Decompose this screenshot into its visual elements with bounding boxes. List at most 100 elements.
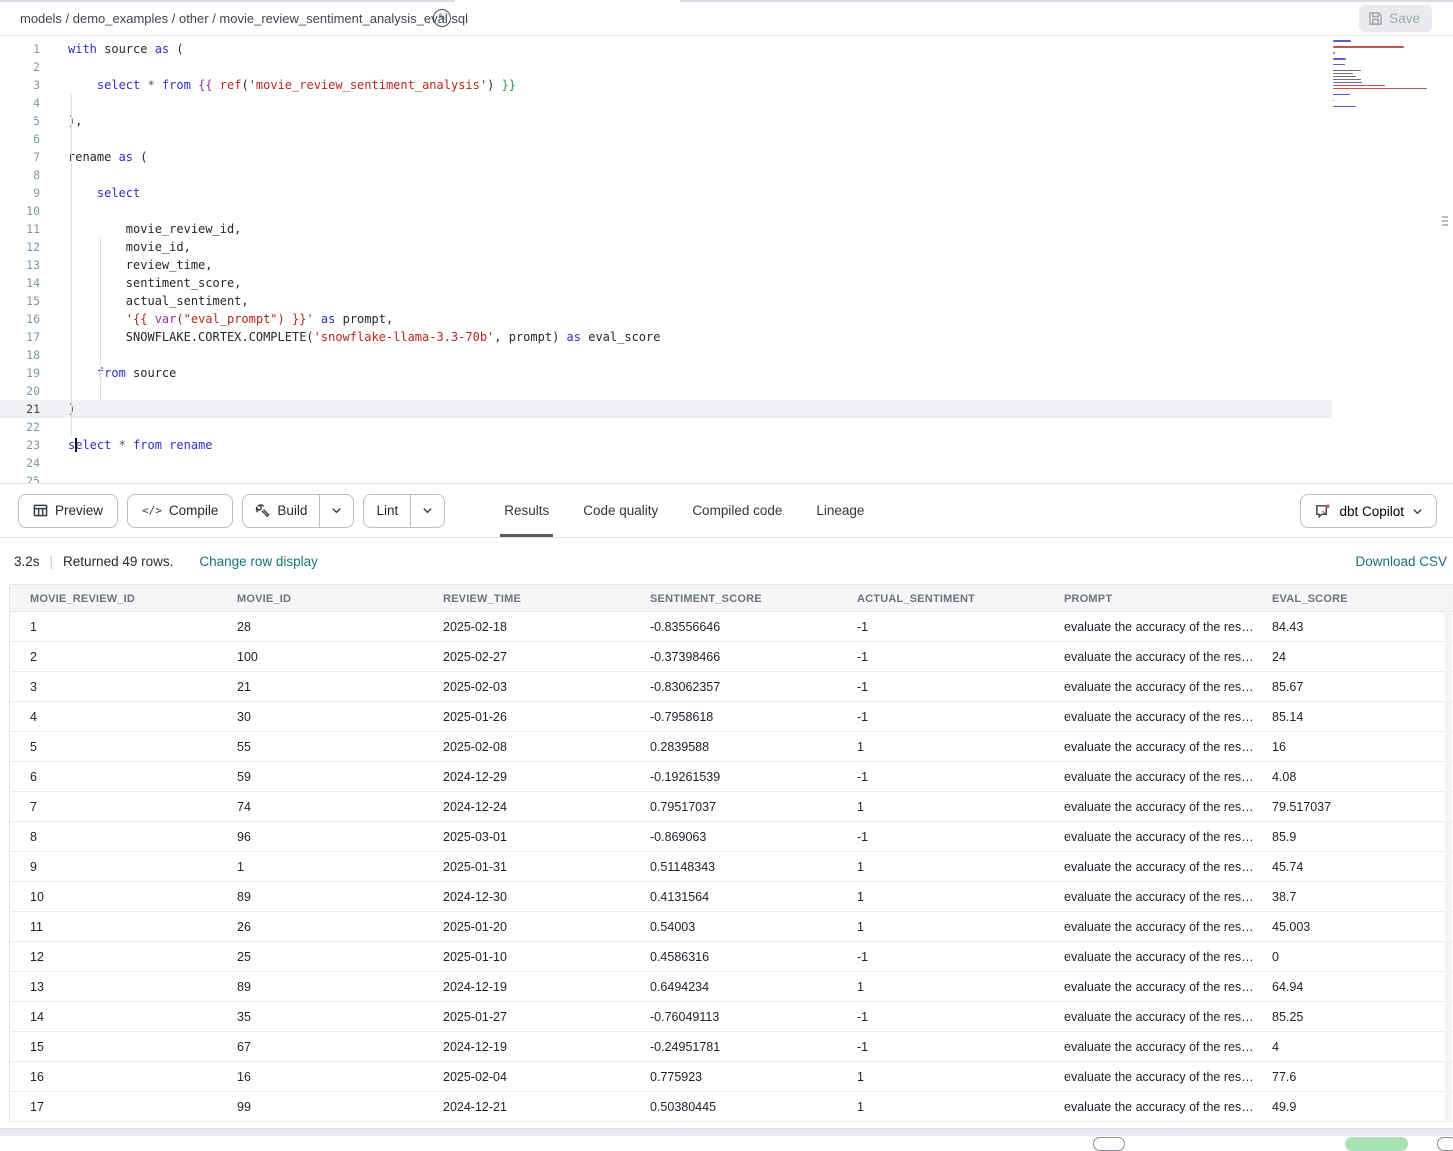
prompt-cell: evaluate the accuracy of the res… [1044,642,1252,671]
tab-results[interactable]: Results [504,484,549,537]
floppy-disk-icon [1368,11,1383,26]
line-number: 20 [0,382,40,400]
cell: 1 [837,1062,1044,1091]
cell: 28 [217,612,423,641]
code-line: 18 [0,346,1453,364]
prompt-preview-text: evaluate the accuracy of the res… [1064,1040,1252,1054]
cell: 2025-01-31 [423,852,630,881]
line-number: 10 [0,202,40,220]
cell: 35 [217,1002,423,1031]
table-row: 10892024-12-300.41315641evaluate the acc… [10,882,1453,912]
cell: 1 [837,972,1044,1001]
prompt-cell: evaluate the accuracy of the res… [1044,702,1252,731]
cell: 25 [217,942,423,971]
code-line: 13 review_time, [0,256,1453,274]
results-table: MOVIE_REVIEW_IDMOVIE_IDREVIEW_TIMESENTIM… [9,584,1453,1122]
cell: -1 [837,1032,1044,1061]
eval-score-cell: 79.517037 [1252,792,1453,821]
pencil-circle-icon[interactable]: ✎ [433,9,451,27]
cell: 1 [10,612,217,641]
prompt-preview-text: evaluate the accuracy of the res… [1064,800,1252,814]
line-number: 13 [0,256,40,274]
line-number: 6 [0,130,40,148]
lint-split-button: Lint [363,494,445,528]
build-button[interactable]: Build [243,495,319,527]
cell: 0.4131564 [630,882,837,911]
code-line: 12 movie_id, [0,238,1453,256]
cell: 1 [217,852,423,881]
table-row: 12252025-01-100.4586316-1evaluate the ac… [10,942,1453,972]
eval-score-cell: 85.25 [1252,1002,1453,1031]
code-line: 2 [0,58,1453,76]
eval-score-cell: 45.003 [1252,912,1453,941]
cell: 30 [217,702,423,731]
cell: 0.4586316 [630,942,837,971]
action-toolbar: Preview </> Compile Build Lint Results Co… [0,483,1453,538]
tab-compiled-code[interactable]: Compiled code [692,484,782,537]
prompt-preview-text: evaluate the accuracy of the res… [1064,620,1252,634]
lint-button[interactable]: Lint [364,495,410,527]
cell: 17 [10,1092,217,1121]
cell: 6 [10,762,217,791]
cell: 0.2839588 [630,732,837,761]
table-row: 13892024-12-190.64942341evaluate the acc… [10,972,1453,1002]
tab-strip-border-right [680,0,1453,2]
indent-guide-inner [100,238,101,400]
cell: 99 [217,1092,423,1121]
build-split-button: Build [242,494,354,528]
footer-green-button-partial[interactable] [1345,1137,1408,1151]
footer-strip [0,1136,1453,1145]
results-scrollbar[interactable] [1445,592,1452,1122]
eval-score-cell: 0 [1252,942,1453,971]
cell: 2024-12-19 [423,1032,630,1061]
line-number: 23 [0,436,40,454]
cell: -0.7958618 [630,702,837,731]
line-number: 16 [0,310,40,328]
eval-score-cell: 4 [1252,1032,1453,1061]
change-row-display-link[interactable]: Change row display [199,554,318,569]
footer-button-partial[interactable] [1093,1137,1125,1151]
cell: -0.83556646 [630,612,837,641]
editor-minimap[interactable] [1333,40,1433,115]
lint-dropdown-arrow[interactable] [410,495,444,527]
tab-code-quality[interactable]: Code quality [583,484,658,537]
code-lines: 1with source as (23 select * from {{ ref… [0,40,1453,483]
code-line: 4 [0,94,1453,112]
hammer-icon [255,503,270,518]
eval-score-cell: 85.9 [1252,822,1453,851]
table-row: 912025-01-310.511483431evaluate the accu… [10,852,1453,882]
editor-scrollbar[interactable] [1443,36,1451,483]
prompt-preview-text: evaluate the accuracy of the res… [1064,740,1252,754]
sql-code-editor[interactable]: 1with source as (23 select * from {{ ref… [0,36,1453,483]
code-line: 16 '{{ var("eval_prompt") }}' as prompt, [0,310,1453,328]
cell: 2024-12-24 [423,792,630,821]
prompt-preview-text: evaluate the accuracy of the res… [1064,860,1252,874]
dbt-copilot-button[interactable]: dbt Copilot [1300,494,1437,528]
save-button[interactable]: Save [1359,5,1432,32]
download-csv-link[interactable]: Download CSV [1355,554,1447,569]
cell: 1 [837,852,1044,881]
prompt-preview-text: evaluate the accuracy of the res… [1064,1100,1252,1114]
cell: -0.24951781 [630,1032,837,1061]
code-brackets-icon: </> [142,504,162,517]
line-number: 12 [0,238,40,256]
cell: -0.19261539 [630,762,837,791]
preview-button[interactable]: Preview [18,494,118,528]
cell: 59 [217,762,423,791]
cell: 1 [837,912,1044,941]
horizontal-scrollbar-track[interactable] [0,1128,1453,1136]
tab-lineage[interactable]: Lineage [816,484,864,537]
prompt-cell: evaluate the accuracy of the res… [1044,672,1252,701]
cell: 0.51148343 [630,852,837,881]
cell: 89 [217,882,423,911]
line-number: 1 [0,40,40,58]
compile-button[interactable]: </> Compile [127,494,233,528]
cell: -0.869063 [630,822,837,851]
build-dropdown-arrow[interactable] [319,495,353,527]
tab-strip-border-left [0,0,455,2]
line-number: 9 [0,184,40,202]
column-header-actual_sentiment: ACTUAL_SENTIMENT [837,585,1044,611]
cell: -1 [837,762,1044,791]
save-label: Save [1389,11,1420,26]
footer-button-partial-right[interactable] [1437,1137,1453,1151]
